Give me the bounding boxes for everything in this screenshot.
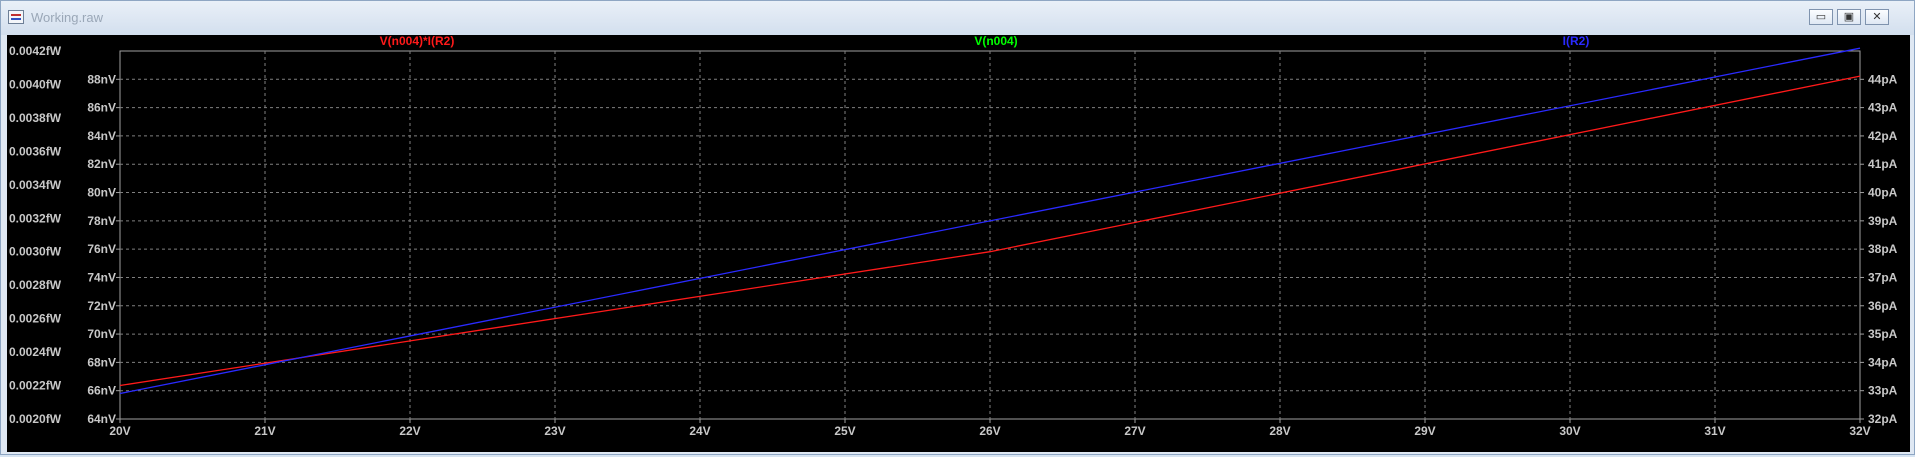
x-tick-label: 20V xyxy=(109,424,130,438)
right-tick-label: 39pA xyxy=(1868,214,1898,228)
x-tick-label: 26V xyxy=(979,424,1000,438)
left-inner-tick-label: 78nV xyxy=(87,214,116,228)
left-inner-tick-label: 74nV xyxy=(87,270,116,284)
left-outer-tick-label: 0.0022fW xyxy=(9,379,62,393)
plot-window: Working.raw ▭ ▣ ✕ 20V 21V 22V 23V 24V 25V 26V 2… xyxy=(0,0,1915,455)
right-tick-label: 43pA xyxy=(1868,101,1898,115)
left-inner-tick-label: 88nV xyxy=(87,72,116,86)
left-outer-tick-label: 0.0032fW xyxy=(9,211,62,225)
right-tick-label: 37pA xyxy=(1868,270,1898,284)
left-inner-tick-label: 70nV xyxy=(87,327,116,341)
left-inner-tick-label: 66nV xyxy=(87,384,116,398)
x-tick-label: 27V xyxy=(1124,424,1145,438)
right-tick-label: 44pA xyxy=(1868,72,1898,86)
plot-area-frame[interactable]: 20V 21V 22V 23V 24V 25V 26V 27V 28V 29V 30V 31V 32V 3… xyxy=(7,34,1910,452)
left-outer-tick-label: 0.0020fW xyxy=(9,412,62,426)
left-inner-tick-label: 76nV xyxy=(87,242,116,256)
x-tick-label: 22V xyxy=(399,424,420,438)
right-tick-label: 33pA xyxy=(1868,384,1898,398)
left-outer-tick-label: 0.0028fW xyxy=(9,278,62,292)
left-outer-tick-label: 0.0042fW xyxy=(9,44,62,58)
right-tick-label: 35pA xyxy=(1868,327,1898,341)
x-tick-label: 24V xyxy=(689,424,710,438)
right-tick-label: 40pA xyxy=(1868,186,1898,200)
restore-button[interactable]: ▣ xyxy=(1837,9,1861,25)
window-title: Working.raw xyxy=(31,10,104,25)
right-tick-label: 36pA xyxy=(1868,299,1898,313)
left-inner-tick-label: 80nV xyxy=(87,186,116,200)
legend-label[interactable]: I(R2) xyxy=(1563,34,1590,48)
left-outer-tick-label: 0.0038fW xyxy=(9,111,62,125)
left-inner-tick-label: 72nV xyxy=(87,299,116,313)
x-tick-label: 28V xyxy=(1269,424,1290,438)
left-inner-tick-label: 64nV xyxy=(87,412,116,426)
x-tick-label: 31V xyxy=(1704,424,1725,438)
waveform-chart[interactable]: 20V 21V 22V 23V 24V 25V 26V 27V 28V 29V 30V 31V 32V3… xyxy=(7,34,1910,452)
x-tick-label: 30V xyxy=(1559,424,1580,438)
x-tick-label: 32V xyxy=(1849,424,1870,438)
x-tick-label: 21V xyxy=(254,424,275,438)
left-inner-tick-label: 84nV xyxy=(87,129,116,143)
left-outer-tick-label: 0.0026fW xyxy=(9,312,62,326)
right-tick-label: 42pA xyxy=(1868,129,1898,143)
right-tick-label: 38pA xyxy=(1868,242,1898,256)
left-inner-tick-label: 86nV xyxy=(87,101,116,115)
left-outer-tick-label: 0.0030fW xyxy=(9,245,62,259)
left-outer-tick-label: 0.0024fW xyxy=(9,345,62,359)
x-tick-label: 29V xyxy=(1414,424,1435,438)
right-tick-label: 41pA xyxy=(1868,157,1898,171)
close-button[interactable]: ✕ xyxy=(1865,9,1889,25)
title-bar[interactable]: Working.raw ▭ ▣ ✕ xyxy=(1,1,1914,35)
left-outer-tick-label: 0.0036fW xyxy=(9,144,62,158)
left-inner-tick-label: 68nV xyxy=(87,355,116,369)
left-outer-tick-label: 0.0040fW xyxy=(9,77,62,91)
right-tick-label: 32pA xyxy=(1868,412,1898,426)
x-tick-label: 23V xyxy=(544,424,565,438)
right-tick-label: 34pA xyxy=(1868,355,1898,369)
legend-label[interactable]: V(n004) xyxy=(974,34,1017,48)
minimize-button[interactable]: ▭ xyxy=(1809,9,1833,25)
left-outer-tick-label: 0.0034fW xyxy=(9,178,62,192)
left-inner-tick-label: 82nV xyxy=(87,157,116,171)
waveform-app-icon xyxy=(8,10,24,24)
x-tick-label: 25V xyxy=(834,424,855,438)
legend-label[interactable]: V(n004)*I(R2) xyxy=(380,34,455,48)
